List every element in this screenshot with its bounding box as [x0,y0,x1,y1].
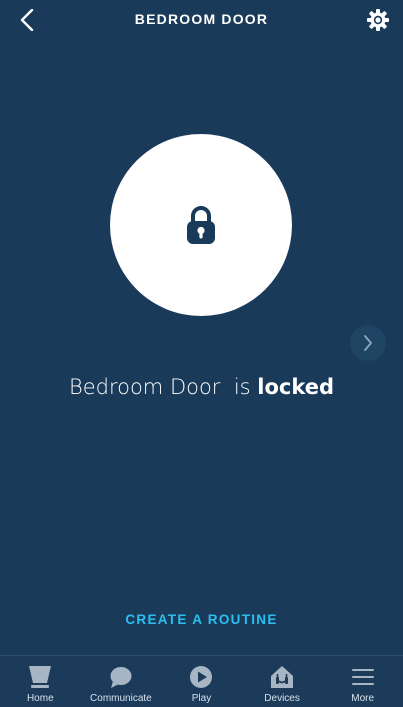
tab-more[interactable]: More [322,656,403,707]
tab-home[interactable]: Home [0,656,81,707]
play-icon [190,666,213,688]
tab-communicate[interactable]: Communicate [81,656,162,707]
header-bar: BEDROOM DOOR [0,0,403,40]
next-device-button[interactable] [350,325,386,361]
tab-devices-label: Devices [264,693,300,704]
tab-play-label: Play [191,693,212,704]
padlock-icon [187,206,215,244]
lock-toggle-button[interactable] [110,134,292,316]
tab-home-label: Home [26,693,54,704]
chevron-right-icon [364,335,372,351]
device-name: Bedroom Door [68,375,221,399]
home-icon [29,666,52,688]
status-connector: is [233,375,251,399]
tab-play[interactable]: Play [161,656,242,707]
gear-icon [367,9,389,31]
settings-button[interactable] [365,7,391,33]
create-routine-link[interactable]: CREATE A ROUTINE [0,612,403,627]
bottom-tab-bar: Home Communicate Play Devices More [0,655,403,707]
chat-bubble-icon [110,667,132,688]
tab-more-label: More [351,693,375,704]
devices-icon [271,666,294,688]
page-title: BEDROOM DOOR [134,11,269,27]
tab-communicate-label: Communicate [90,693,152,704]
lock-status-text: Bedroom Door is locked [0,375,403,399]
tab-devices[interactable]: Devices [242,656,323,707]
lock-state: locked [257,375,335,399]
menu-icon [351,669,374,685]
